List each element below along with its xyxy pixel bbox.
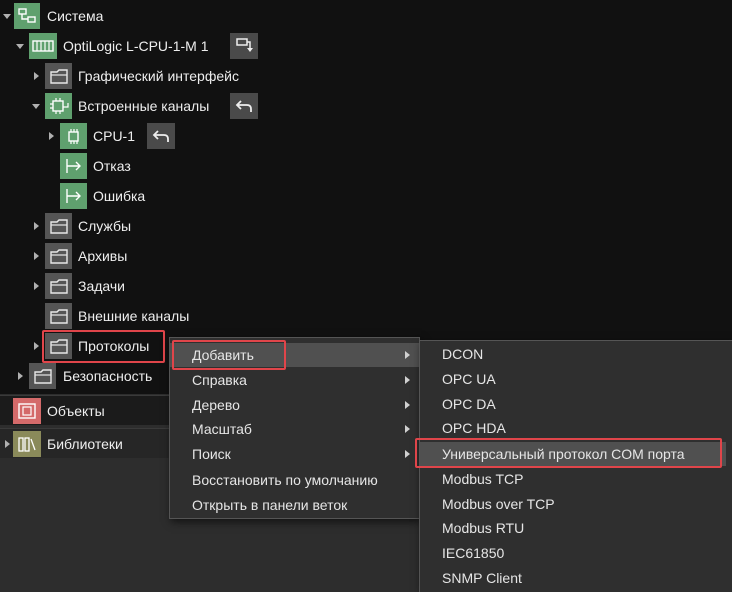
submenu-item-snmp-client[interactable]: SNMP Client (420, 566, 732, 590)
com-protocol-highlight (415, 438, 722, 468)
cpu-icon (60, 123, 87, 149)
submenu-item-opc-da[interactable]: OPC DA (420, 392, 732, 416)
submenu-item-opc-hda[interactable]: OPC HDA (420, 416, 732, 440)
expand-arrow-icon[interactable] (2, 439, 12, 449)
objects-icon (13, 398, 41, 424)
tree-item-external-channels[interactable]: Внешние каналы (0, 301, 732, 331)
menu-item-label: Восстановить по умолчанию (192, 472, 378, 488)
tree-item-label: CPU-1 (93, 128, 136, 144)
tree-item-label: Встроенные каналы (78, 98, 210, 114)
expand-arrow-icon[interactable] (31, 71, 41, 81)
signal-arrow-icon (60, 183, 87, 209)
section-objects-label: Объекты (47, 402, 105, 419)
submenu-item-modbus-over-tcp[interactable]: Modbus over TCP (420, 492, 732, 516)
tree-item-label: Ошибка (93, 188, 146, 204)
menu-item-label: Масштаб (192, 421, 252, 437)
submenu-item-label: SNMP Client (442, 570, 522, 586)
menu-item-label: Поиск (192, 446, 231, 462)
menu-item-label: Открыть в панели веток (192, 497, 348, 513)
network-icon (14, 3, 40, 29)
folder-icon (45, 63, 72, 89)
tree-item-label: Службы (78, 218, 132, 234)
tree-item-label: Отказ (93, 158, 131, 174)
folder-icon (45, 243, 72, 269)
menu-item-open-in-branch-panel[interactable]: Открыть в панели веток (170, 493, 419, 517)
menu-item-help[interactable]: Справка (170, 368, 419, 392)
tree-item-controller[interactable]: OptiLogic L-CPU-1-M 1 (0, 31, 732, 61)
project-tree: Система OptiLogic L-CPU-1-M 1 Графически… (0, 0, 732, 394)
download-to-device-icon[interactable] (230, 33, 258, 59)
submenu-item-dcon[interactable]: DCON (420, 342, 732, 366)
submenu-item-label: Modbus TCP (442, 471, 524, 487)
expand-arrow-icon[interactable] (2, 11, 12, 21)
menu-item-restore-defaults[interactable]: Восстановить по умолчанию (170, 468, 419, 492)
submenu-item-label: IEC61850 (442, 545, 505, 561)
tree-item-builtin-channels[interactable]: Встроенные каналы (0, 91, 732, 121)
submenu-item-modbus-rtu[interactable]: Modbus RTU (420, 516, 732, 540)
undo-icon[interactable] (147, 123, 175, 149)
submenu-item-label: DCON (442, 346, 484, 362)
tree-item-gui[interactable]: Графический интерфейс (0, 61, 732, 91)
tree-item-cpu[interactable]: CPU-1 (0, 121, 732, 151)
section-libraries-label: Библиотеки (47, 435, 123, 452)
folder-icon (45, 273, 72, 299)
undo-icon[interactable] (230, 93, 258, 119)
plc-module-icon (29, 33, 57, 59)
tree-item-services[interactable]: Службы (0, 211, 732, 241)
tree-item-error[interactable]: Ошибка (0, 181, 732, 211)
tree-item-label: Архивы (78, 248, 128, 264)
folder-icon (45, 303, 72, 329)
submenu-item-opc-ua[interactable]: OPC UA (420, 367, 732, 391)
folder-icon (45, 213, 72, 239)
menu-item-scale[interactable]: Масштаб (170, 417, 419, 441)
signal-arrow-icon (60, 153, 87, 179)
folder-icon (29, 363, 56, 389)
submenu-arrow-icon (403, 375, 411, 385)
add-highlight (172, 340, 286, 370)
submenu-item-label: OPC DA (442, 396, 496, 412)
submenu-item-label: Modbus over TCP (442, 496, 555, 512)
tree-item-tasks[interactable]: Задачи (0, 271, 732, 301)
tree-item-label: OptiLogic L-CPU-1-M 1 (63, 38, 209, 54)
menu-item-search[interactable]: Поиск (170, 442, 419, 466)
protocols-highlight (42, 330, 165, 363)
tree-item-system[interactable]: Система (0, 1, 732, 31)
submenu-arrow-icon (403, 350, 411, 360)
submenu-item-label: Modbus RTU (442, 520, 525, 536)
tree-item-label: Внешние каналы (78, 308, 190, 324)
expand-arrow-icon[interactable] (31, 341, 41, 351)
submenu-item-label: OPC UA (442, 371, 496, 387)
expand-arrow-icon[interactable] (31, 251, 41, 261)
tree-item-failure[interactable]: Отказ (0, 151, 732, 181)
submenu-item-iec61850[interactable]: IEC61850 (420, 541, 732, 565)
libraries-icon (13, 431, 41, 457)
menu-item-tree[interactable]: Дерево (170, 393, 419, 417)
channels-icon (45, 93, 72, 119)
expand-arrow-icon[interactable] (31, 281, 41, 291)
submenu-arrow-icon (403, 400, 411, 410)
expand-arrow-icon[interactable] (15, 41, 25, 51)
expand-arrow-icon[interactable] (31, 101, 41, 111)
submenu-item-modbus-tcp[interactable]: Modbus TCP (420, 467, 732, 491)
submenu-arrow-icon (403, 449, 411, 459)
menu-item-label: Справка (192, 372, 247, 388)
menu-item-label: Дерево (192, 397, 240, 413)
tree-item-archives[interactable]: Архивы (0, 241, 732, 271)
tree-item-label: Графический интерфейс (78, 68, 239, 84)
expand-arrow-icon[interactable] (15, 371, 25, 381)
tree-item-label: Безопасность (63, 368, 153, 384)
tree-item-label: Система (47, 8, 104, 24)
submenu-arrow-icon (403, 424, 411, 434)
expand-arrow-icon[interactable] (46, 131, 56, 141)
expand-arrow-icon[interactable] (31, 221, 41, 231)
tree-item-label: Задачи (78, 278, 126, 294)
submenu-item-label: OPC HDA (442, 420, 506, 436)
